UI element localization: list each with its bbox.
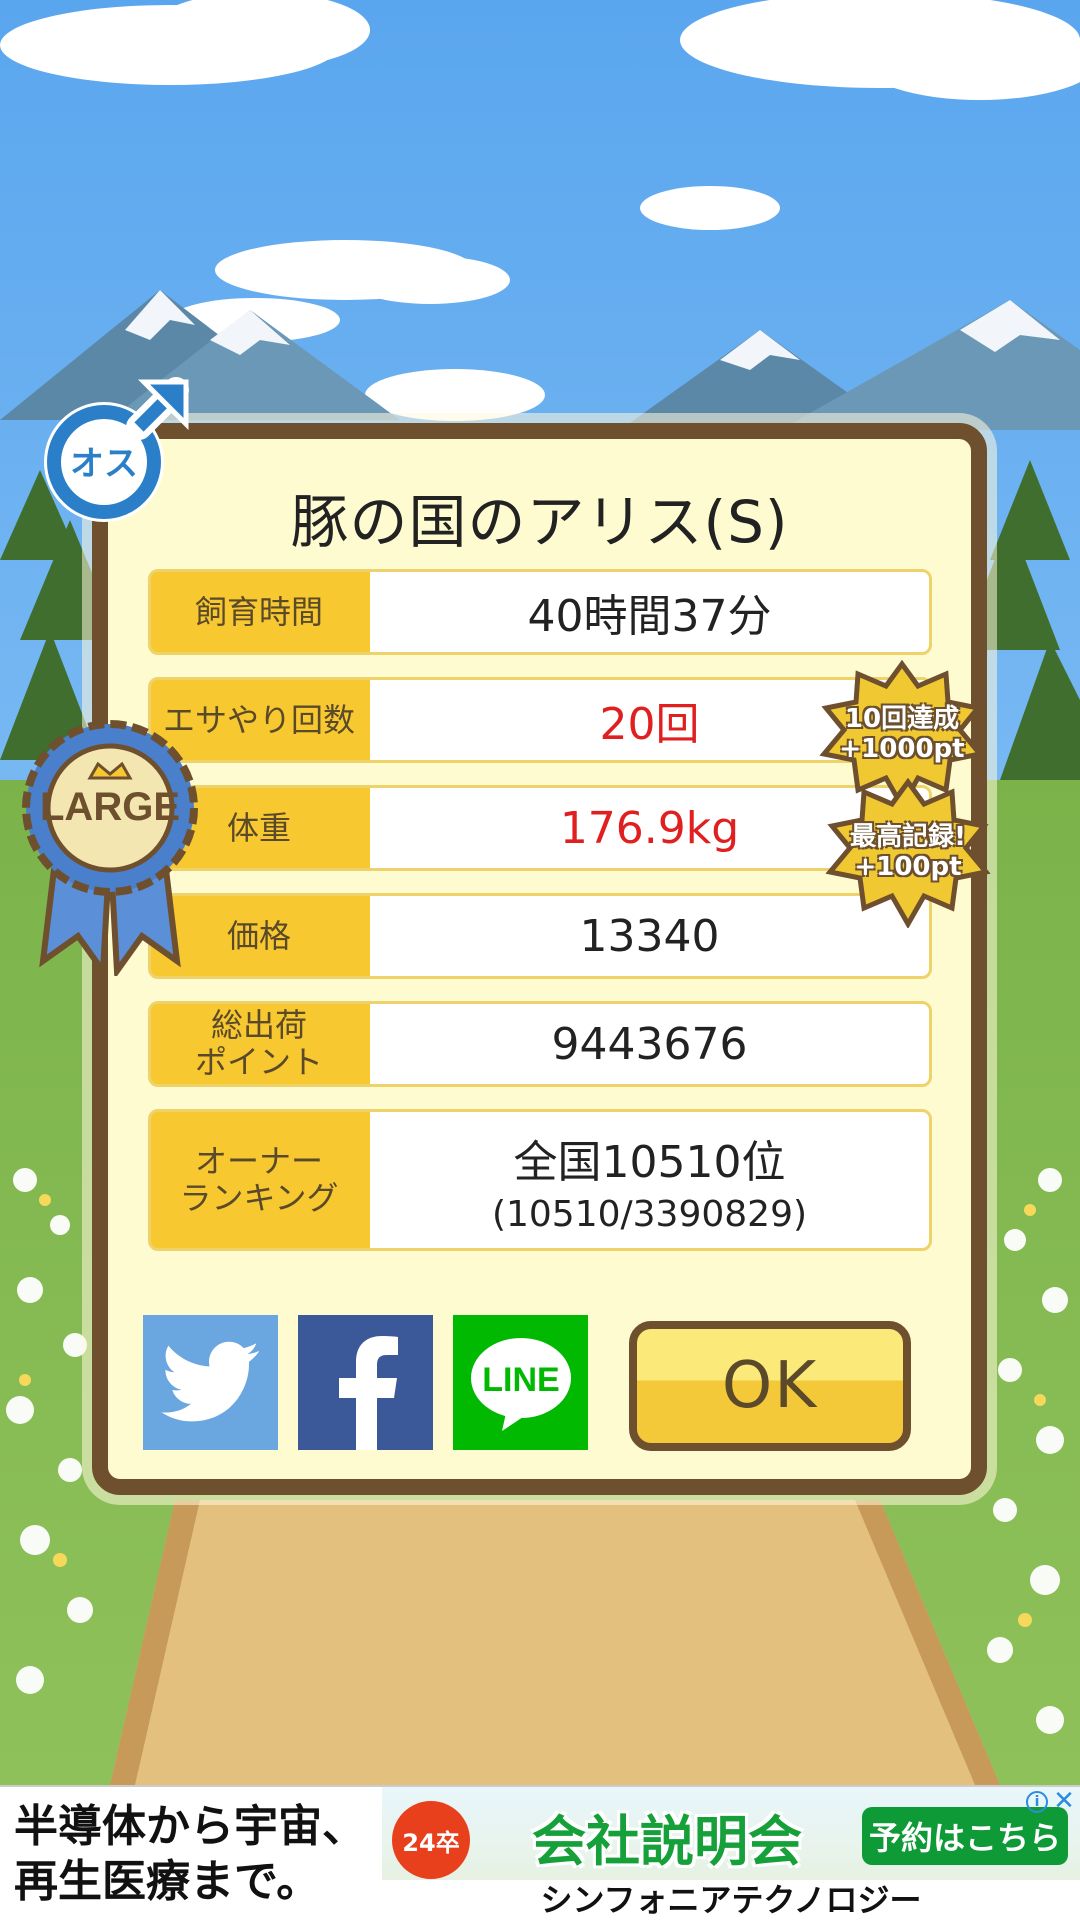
row-owner-ranking: オーナー ランキング 全国10510位 (10510/3390829): [148, 1109, 932, 1251]
ad-headline: 会社説明会: [532, 1810, 802, 1873]
gender-label: オス: [70, 444, 138, 484]
line-logo-text: LINE: [482, 1361, 559, 1399]
ad-info-icon[interactable]: i: [1026, 1791, 1048, 1813]
facebook-icon: [338, 1336, 398, 1450]
line-icon: LINE: [470, 1337, 571, 1431]
male-gender-badge: オス: [44, 377, 189, 522]
row-raising-time: 飼育時間 40時間37分: [148, 569, 932, 655]
weight-record-line2: +100pt: [854, 852, 962, 882]
row-weight: 体重 176.9kg: [148, 785, 932, 871]
ad-banner[interactable]: 半導体から宇宙、 再生医療まで。 24卒 会社説明会 予約はこちら シンフォニア…: [0, 1785, 1080, 1920]
pig-name-title: 豚の国のアリス(S): [290, 488, 789, 556]
row-label: オーナー ランキング: [179, 1142, 339, 1217]
ad-year-badge: 24卒: [392, 1801, 470, 1879]
twitter-share-button[interactable]: [143, 1315, 278, 1450]
ad-copy-line1: 半導体から宇宙、: [14, 1801, 366, 1852]
line-share-button[interactable]: LINE: [453, 1315, 588, 1450]
ad-creative[interactable]: 24卒 会社説明会 予約はこちら シンフォニアテクノロジー: [382, 1787, 1080, 1920]
feed-bonus-line1: 10回達成: [844, 704, 960, 735]
ad-close-icon[interactable]: ✕: [1052, 1788, 1076, 1814]
feed-bonus-line2: +1000pt: [839, 734, 965, 764]
row-label: 飼育時間: [194, 592, 323, 631]
row-value: 全国10510位 (10510/3390829): [370, 1112, 929, 1248]
ranking-detail: (10510/3390829): [491, 1193, 808, 1235]
twitter-icon: [160, 1341, 259, 1421]
large-size-ribbon: LARGE: [22, 720, 198, 976]
row-feed-count: エサやり回数 20回: [148, 677, 932, 763]
size-label: LARGE: [40, 785, 180, 829]
ad-company-name: シンフォニアテクノロジー: [382, 1880, 1080, 1920]
facebook-share-button[interactable]: [298, 1315, 433, 1450]
row-price: 価格 13340: [148, 893, 932, 979]
ad-copy-line2: 再生医療まで。: [14, 1856, 321, 1907]
weight-record-line1: 最高記録!: [850, 822, 966, 853]
pig-result-dialog: 豚の国のアリス(S) 飼育時間 40時間37分 エサやり回数 20回 体重 17…: [92, 423, 987, 1495]
row-total-shipping-points: 総出荷 ポイント 9443676: [148, 1001, 932, 1087]
weight-record-text: 最高記録! +100pt: [824, 778, 992, 928]
row-value: 9443676: [370, 1004, 929, 1084]
ranking-national: 全国10510位: [513, 1136, 786, 1188]
ok-button[interactable]: OK: [629, 1321, 911, 1451]
ad-reserve-button[interactable]: 予約はこちら: [862, 1807, 1068, 1865]
weight-record-badge: 最高記録! +100pt: [824, 777, 992, 930]
row-label: 総出荷 ポイント: [194, 1006, 323, 1081]
row-value: 40時間37分: [370, 572, 929, 652]
ad-copy: 半導体から宇宙、 再生医療まで。: [0, 1787, 380, 1920]
